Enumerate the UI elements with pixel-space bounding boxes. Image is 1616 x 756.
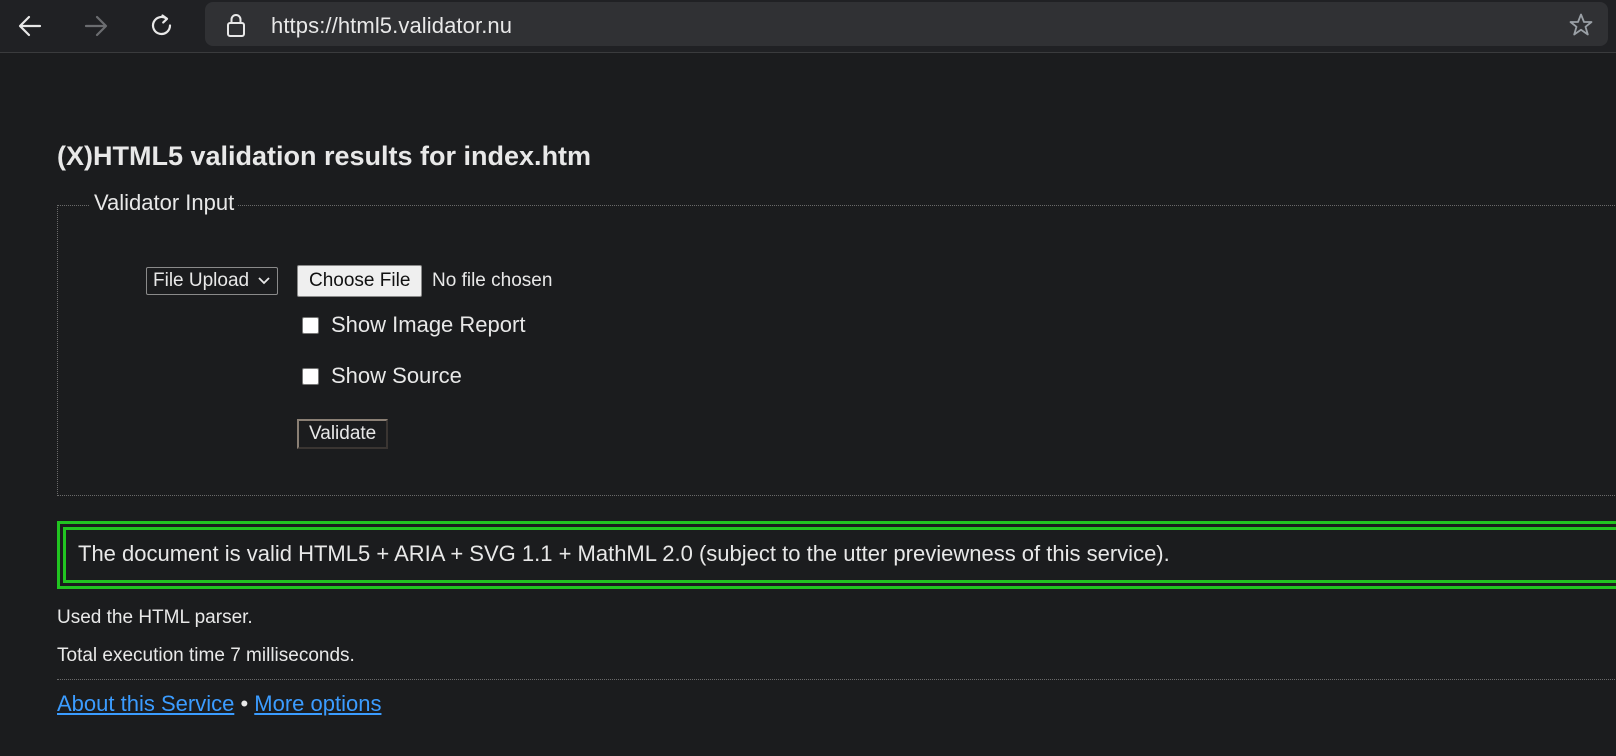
chevron-down-icon bbox=[258, 277, 270, 285]
url-text[interactable]: https://html5.validator.nu bbox=[271, 13, 512, 39]
forward-icon bbox=[84, 15, 108, 37]
file-status-text: No file chosen bbox=[432, 270, 553, 291]
forward-button[interactable] bbox=[76, 6, 116, 46]
footer-separator: • bbox=[240, 691, 249, 716]
more-options-link[interactable]: More options bbox=[254, 691, 381, 716]
browser-toolbar: https://html5.validator.nu bbox=[0, 0, 1616, 53]
star-icon[interactable] bbox=[1568, 12, 1594, 38]
footer-links: About this Service • More options bbox=[57, 691, 381, 717]
reload-icon bbox=[151, 14, 172, 36]
show-source-row[interactable]: Show Source bbox=[302, 363, 462, 389]
footer-divider bbox=[57, 679, 1616, 680]
show-image-report-row[interactable]: Show Image Report bbox=[302, 312, 525, 338]
url-host: html5.validator.nu bbox=[337, 13, 513, 38]
address-bar[interactable]: https://html5.validator.nu bbox=[205, 2, 1608, 46]
show-source-checkbox[interactable] bbox=[302, 367, 319, 385]
page-content: (X)HTML5 validation results for index.ht… bbox=[0, 53, 1616, 756]
page-title: (X)HTML5 validation results for index.ht… bbox=[57, 141, 592, 171]
parser-info: Used the HTML parser. bbox=[57, 607, 253, 628]
execution-time: Total execution time 7 milliseconds. bbox=[57, 645, 355, 666]
show-image-report-checkbox[interactable] bbox=[302, 316, 319, 334]
back-icon bbox=[18, 15, 42, 37]
success-message: The document is valid HTML5 + ARIA + SVG… bbox=[78, 541, 1170, 566]
show-image-report-label[interactable]: Show Image Report bbox=[331, 312, 525, 338]
show-source-label[interactable]: Show Source bbox=[331, 363, 462, 389]
fieldset-legend: Validator Input bbox=[90, 190, 239, 216]
choose-file-button[interactable]: Choose File bbox=[297, 265, 423, 297]
about-service-link[interactable]: About this Service bbox=[57, 691, 234, 716]
back-button[interactable] bbox=[10, 6, 50, 46]
lock-icon bbox=[227, 14, 245, 37]
input-mode-select[interactable]: File Upload bbox=[146, 267, 279, 295]
validate-button[interactable]: Validate bbox=[297, 419, 389, 449]
reload-button[interactable] bbox=[142, 6, 182, 46]
url-scheme: https:// bbox=[271, 13, 338, 38]
input-mode-value: File Upload bbox=[153, 270, 250, 291]
validator-input-fieldset bbox=[57, 205, 1616, 496]
